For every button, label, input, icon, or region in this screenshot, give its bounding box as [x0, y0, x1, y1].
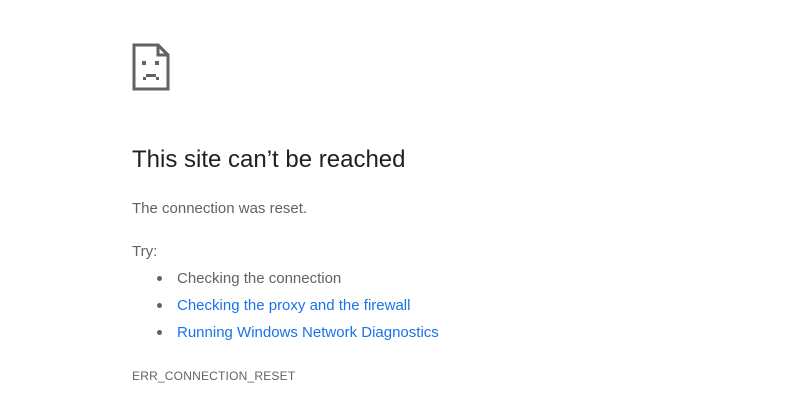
- bullet-icon: [157, 330, 162, 335]
- try-label: Try:: [132, 243, 158, 260]
- bullet-icon: [157, 276, 162, 281]
- suggestion-text: Checking the connection: [177, 270, 342, 287]
- check-proxy-firewall-link[interactable]: Checking the proxy and the firewall: [177, 297, 410, 314]
- error-summary: The connection was reset.: [132, 200, 308, 217]
- error-code: ERR_CONNECTION_RESET: [132, 369, 296, 383]
- page-title: This site can’t be reached: [132, 146, 406, 173]
- bullet-icon: [157, 303, 162, 308]
- suggestion-check-connection: Checking the connection: [132, 268, 439, 295]
- suggestions-list: Checking the connection Checking the pro…: [132, 268, 439, 349]
- sad-page-icon: [132, 43, 170, 91]
- suggestion-network-diagnostics: Running Windows Network Diagnostics: [132, 322, 439, 349]
- network-diagnostics-link[interactable]: Running Windows Network Diagnostics: [177, 324, 439, 341]
- suggestion-check-proxy-firewall: Checking the proxy and the firewall: [132, 295, 439, 322]
